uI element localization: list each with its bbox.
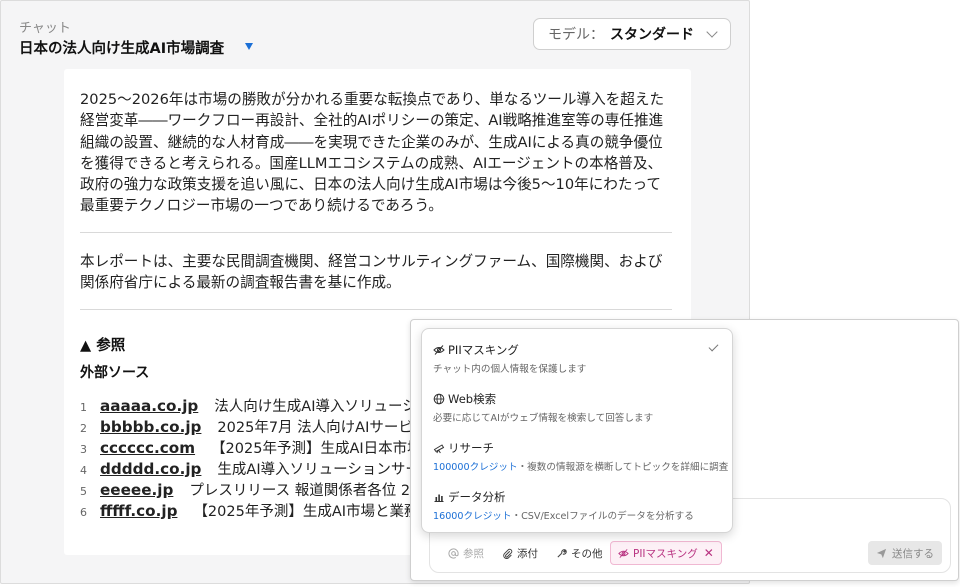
- source-title: 【2025年予測】生成AI市場と業務: [193, 504, 419, 520]
- source-number: 6: [80, 506, 87, 519]
- other-tools-button[interactable]: その他: [556, 541, 603, 565]
- source-item: 3 cccccc.com 【2025年予測】生成AI日本市場: [80, 437, 422, 458]
- source-link[interactable]: eeeee.jp: [100, 481, 173, 499]
- menu-item-description: チャット内の個人情報を保護します: [433, 361, 586, 375]
- source-number: 4: [80, 464, 87, 477]
- pii-masking-chip[interactable]: PIIマスキング ✕: [610, 541, 722, 565]
- close-icon[interactable]: ✕: [704, 546, 714, 560]
- chat-title[interactable]: 日本の法人向け生成AI市場調査: [19, 37, 224, 58]
- menu-item-label: Web検索: [448, 392, 497, 406]
- menu-item-description: 必要に応じてAIがウェブ情報を検索して回答します: [433, 410, 653, 424]
- eye-off-icon: [618, 548, 629, 558]
- references-toggle[interactable]: ▲ 参照: [80, 334, 125, 355]
- menu-item-description-text: ・CSV/Excelファイルのデータを分析する: [511, 511, 694, 522]
- source-title: 【2025年予測】生成AI日本市場: [211, 441, 422, 457]
- source-number: 5: [80, 485, 87, 498]
- telescope-icon: [433, 444, 445, 454]
- menu-item-title: リサーチ: [433, 440, 494, 456]
- source-link[interactable]: fffff.co.jp: [100, 502, 177, 520]
- external-sources-heading: 外部ソース: [80, 365, 150, 381]
- menu-item-title: データ分析: [433, 489, 506, 505]
- source-link[interactable]: aaaaa.co.jp: [100, 397, 198, 415]
- source-link[interactable]: ddddd.co.jp: [100, 460, 201, 478]
- caret-down-icon[interactable]: [245, 43, 253, 50]
- menu-item-label: データ分析: [448, 490, 506, 504]
- menu-item-research[interactable]: リサーチ 100000クレジット・複数の情報源を横断してトピックを詳細に調査: [422, 429, 732, 477]
- menu-item-label: PIIマスキング: [448, 343, 519, 357]
- source-link[interactable]: cccccc.com: [100, 439, 195, 457]
- menu-item-data-analysis[interactable]: データ分析 16000クレジット・CSV/Excelファイルのデータを分析する: [422, 478, 732, 526]
- reference-label: 参照: [463, 547, 484, 560]
- menu-item-pii-masking[interactable]: PIIマスキング チャット内の個人情報を保護します: [422, 331, 732, 379]
- source-link[interactable]: bbbbb.co.jp: [100, 418, 201, 436]
- credit-cost: 16000クレジット: [433, 511, 512, 522]
- divider: [80, 309, 672, 310]
- source-item: 2 bbbbb.co.jp 2025年7月 法人向けAIサービス: [80, 416, 427, 437]
- paperclip-icon: [503, 548, 513, 559]
- credit-cost: 100000クレジット: [433, 462, 518, 473]
- menu-item-description-text: ・複数の情報源を横断してトピックを詳細に調査: [517, 462, 729, 473]
- header-subtitle: チャット: [19, 21, 71, 36]
- paper-plane-icon: [876, 548, 887, 558]
- menu-item-description-text: 必要に応じてAIがウェブ情報を検索して回答します: [433, 413, 654, 424]
- wrench-icon: [557, 548, 567, 558]
- source-number: 1: [80, 401, 87, 414]
- pii-chip-label: PIIマスキング: [633, 547, 698, 560]
- report-paragraph: 2025〜2026年は市場の勝敗が分かれる重要な転換点であり、単なるツール導入を…: [80, 91, 665, 215]
- send-button[interactable]: 送信する: [868, 541, 942, 565]
- source-item: 1 aaaaa.co.jp 法人向け生成AI導入ソリューシ: [80, 395, 417, 416]
- source-number: 3: [80, 443, 87, 456]
- source-title: 2025年7月 法人向けAIサービス: [217, 420, 428, 436]
- menu-item-description: 16000クレジット・CSV/Excelファイルのデータを分析する: [433, 508, 694, 522]
- menu-item-description-text: チャット内の個人情報を保護します: [433, 364, 587, 375]
- check-icon: [708, 341, 719, 352]
- model-selector[interactable]: モデル： スタンダード: [533, 18, 731, 50]
- source-item: 4 ddddd.co.jp 生成AI導入ソリューションサー: [80, 458, 420, 479]
- source-title: 法人向け生成AI導入ソリューシ: [214, 399, 417, 415]
- menu-item-label: リサーチ: [448, 441, 494, 455]
- source-item: 6 fffff.co.jp 【2025年予測】生成AI市場と業務: [80, 500, 419, 521]
- tools-menu: PIIマスキング チャット内の個人情報を保護します Web検索 必要に応じてAI…: [421, 328, 733, 533]
- menu-item-title: Web検索: [433, 391, 496, 407]
- menu-item-title: PIIマスキング: [433, 342, 519, 358]
- source-title: 生成AI導入ソリューションサー: [217, 462, 420, 478]
- bar-chart-icon: [434, 494, 444, 502]
- source-title: プレスリリース 報道関係者各位 20: [189, 483, 420, 499]
- report-paragraph: 本レポートは、主要な民間調査機関、経営コンサルティングファーム、国際機関、および…: [80, 253, 663, 292]
- chevron-down-icon: [706, 26, 718, 38]
- source-number: 2: [80, 422, 87, 435]
- other-tools-label: その他: [571, 547, 603, 560]
- source-item: 5 eeeee.jp プレスリリース 報道関係者各位 20: [80, 479, 419, 500]
- menu-item-web-search[interactable]: Web検索 必要に応じてAIがウェブ情報を検索して回答します: [422, 380, 732, 428]
- send-label: 送信する: [892, 547, 934, 560]
- attach-label: 添付: [517, 547, 538, 560]
- globe-icon: [433, 393, 445, 405]
- model-selector-value: スタンダード: [610, 27, 694, 43]
- at-icon: [448, 547, 459, 559]
- divider: [80, 232, 672, 233]
- attach-button[interactable]: 添付: [502, 541, 538, 565]
- eye-off-icon: [433, 345, 445, 355]
- menu-item-description: 100000クレジット・複数の情報源を横断してトピックを詳細に調査: [433, 459, 728, 473]
- model-selector-label: モデル：: [548, 27, 604, 43]
- reference-button[interactable]: 参照: [448, 541, 484, 565]
